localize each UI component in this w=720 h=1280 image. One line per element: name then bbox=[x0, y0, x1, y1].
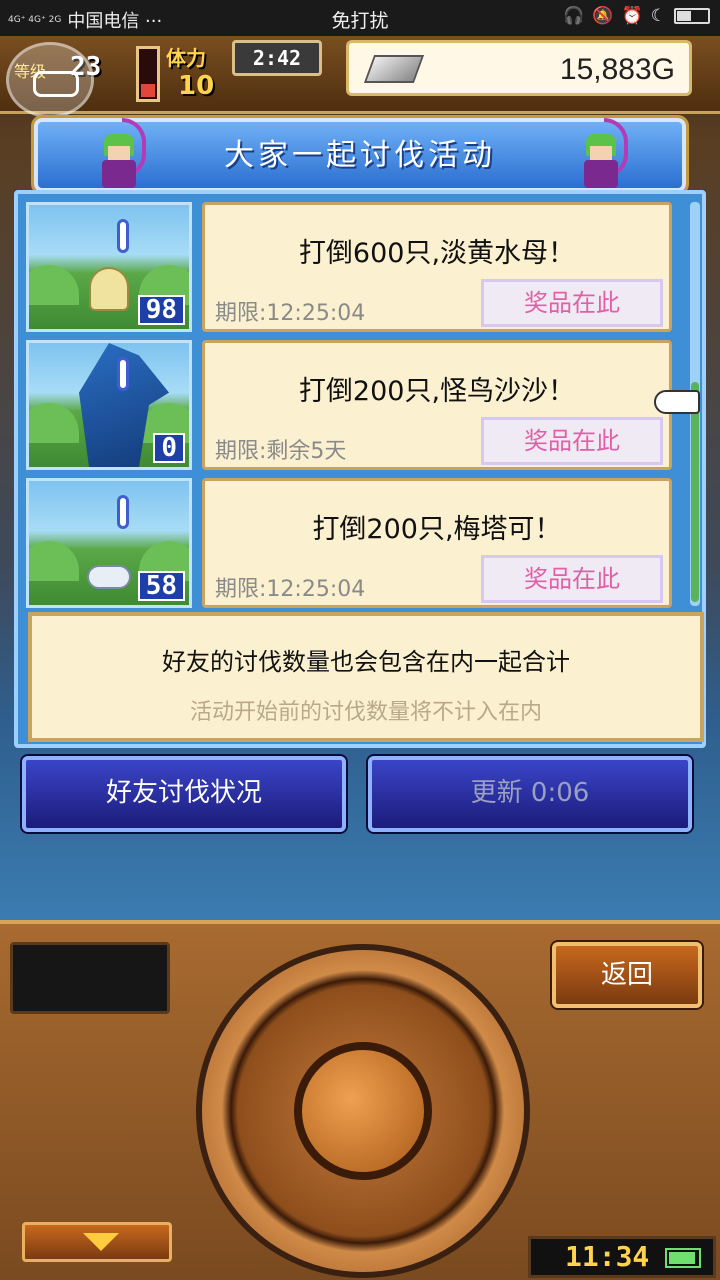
refresh-button[interactable]: 更新 0:06 bbox=[368, 756, 692, 832]
quest-row: 0 打倒200只,怪鸟沙沙！ 期限:剩余5天 奖品在此 bbox=[26, 340, 672, 470]
kill-count: 58 bbox=[137, 571, 185, 601]
reward-button[interactable]: 奖品在此 bbox=[481, 279, 663, 327]
silver-ingot-icon bbox=[363, 55, 425, 83]
dpad-dial[interactable] bbox=[196, 944, 530, 1278]
menu-down-button[interactable] bbox=[22, 1222, 172, 1262]
gold-display: 15,883G bbox=[346, 40, 692, 96]
quest-monster-image: 58 bbox=[26, 478, 192, 608]
quest-title: 打倒600只,淡黄水母！ bbox=[298, 238, 576, 269]
stamina-display: 体力 10 bbox=[166, 42, 236, 102]
alarm-icon: ⏰ bbox=[621, 6, 643, 26]
exclamation-icon bbox=[117, 219, 129, 253]
mute-icon: 🔕 bbox=[592, 6, 614, 26]
quest-row: 98 打倒600只,淡黄水母！ 期限:12:25:04 奖品在此 bbox=[26, 202, 672, 332]
clock-time: 11:34 bbox=[565, 1240, 650, 1273]
quest-card: 打倒200只,怪鸟沙沙！ 期限:剩余5天 奖品在此 bbox=[202, 340, 672, 470]
quest-deadline: 期限:12:25:04 bbox=[215, 577, 366, 602]
dpad-center-button[interactable] bbox=[294, 1042, 432, 1180]
scrollbar-thumb[interactable] bbox=[691, 382, 699, 602]
dialog-body: 98 打倒600只,淡黄水母！ 期限:12:25:04 奖品在此 0 打倒200… bbox=[14, 190, 706, 748]
quest-title: 打倒200只,梅塔可！ bbox=[312, 514, 562, 545]
raid-event-dialog: 大家一起讨伐活动 98 打倒600只,淡黄水母！ 期限:12:25:04 奖品在… bbox=[10, 118, 710, 748]
exclamation-icon bbox=[117, 495, 129, 529]
quest-card: 打倒600只,淡黄水母！ 期限:12:25:04 奖品在此 bbox=[202, 202, 672, 332]
game-clock: 11:34 bbox=[528, 1236, 716, 1278]
hp-gauge-fill bbox=[141, 83, 155, 97]
reward-button[interactable]: 奖品在此 bbox=[481, 417, 663, 465]
mini-screen bbox=[10, 942, 170, 1014]
quest-card: 打倒200只,梅塔可！ 期限:12:25:04 奖品在此 bbox=[202, 478, 672, 608]
archer-sprite-icon bbox=[574, 118, 630, 194]
archer-sprite-icon bbox=[92, 118, 148, 194]
info-box: 好友的讨伐数量也会包含在内一起合计 活动开始前的讨伐数量将不计入在内 bbox=[28, 612, 704, 742]
stamina-label: 体力 bbox=[166, 46, 206, 70]
control-console: 返回 11:34 bbox=[0, 920, 720, 1280]
quest-title: 打倒200只,怪鸟沙沙！ bbox=[298, 376, 576, 407]
friends-status-button[interactable]: 好友讨伐状况 bbox=[22, 756, 346, 832]
rabbit-monster-icon bbox=[87, 565, 131, 589]
reward-button[interactable]: 奖品在此 bbox=[481, 555, 663, 603]
battery-icon bbox=[665, 1248, 701, 1268]
back-button[interactable]: 返回 bbox=[552, 942, 702, 1008]
battery-icon bbox=[674, 8, 710, 24]
stamina-value: 10 bbox=[178, 71, 215, 101]
quest-deadline: 期限:剩余5天 bbox=[215, 439, 347, 464]
kill-count: 98 bbox=[137, 295, 185, 325]
gamepad-icon[interactable] bbox=[6, 42, 94, 118]
hp-gauge bbox=[136, 46, 160, 102]
info-line-2: 活动开始前的讨伐数量将不计入在内 bbox=[189, 700, 542, 725]
kill-count: 0 bbox=[153, 433, 185, 463]
moon-icon: ☾ bbox=[650, 6, 666, 26]
status-bar: 4G⁺ 4G⁺ 2G 中国电信 ··· 免打扰 🎧 🔕 ⏰ ☾ bbox=[0, 0, 720, 36]
stamina-timer: 2:42 bbox=[232, 40, 322, 76]
info-line-1: 好友的讨伐数量也会包含在内一起合计 bbox=[162, 648, 570, 676]
gold-amount: 15,883G bbox=[559, 53, 675, 86]
quest-row: 58 打倒200只,梅塔可！ 期限:12:25:04 奖品在此 bbox=[26, 478, 672, 608]
pointing-hand-icon bbox=[654, 390, 700, 414]
quest-deadline: 期限:12:25:04 bbox=[215, 301, 366, 326]
jellyfish-monster-icon bbox=[89, 267, 129, 311]
headphones-icon: 🎧 bbox=[563, 6, 585, 26]
exclamation-icon bbox=[117, 357, 129, 391]
quest-monster-image: 0 bbox=[26, 340, 192, 470]
quest-monster-image: 98 bbox=[26, 202, 192, 332]
